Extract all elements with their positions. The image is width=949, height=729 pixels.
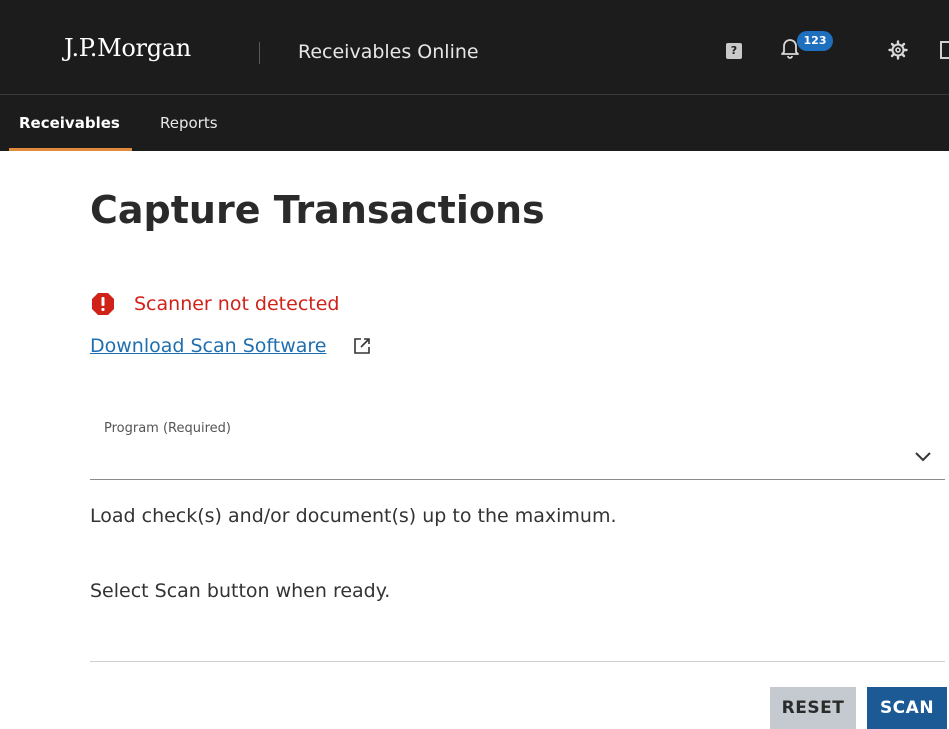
program-select[interactable] (90, 440, 945, 480)
tab-receivables[interactable]: Receivables (9, 95, 132, 151)
tab-bar: Receivables Reports (0, 94, 949, 151)
instruction-load: Load check(s) and/or document(s) up to t… (90, 505, 617, 527)
program-field-label: Program (Required) (104, 421, 231, 436)
notification-count-badge[interactable]: 123 (797, 31, 833, 51)
footer-divider (90, 661, 945, 662)
chevron-down-icon[interactable] (914, 449, 932, 463)
reset-button[interactable]: RESET (770, 687, 856, 729)
instruction-scan: Select Scan button when ready. (90, 580, 391, 602)
top-header: J.P.Morgan Receivables Online ? 123 (0, 0, 949, 94)
gear-icon[interactable] (888, 40, 908, 60)
page-title: Capture Transactions (90, 188, 545, 232)
scanner-alert-message: Scanner not detected (134, 293, 340, 315)
jpmorgan-logo[interactable]: J.P.Morgan (64, 34, 191, 62)
help-icon[interactable]: ? (726, 43, 742, 59)
alert-octagon-icon (92, 293, 114, 315)
external-link-icon[interactable] (352, 336, 372, 356)
app-title: Receivables Online (298, 41, 479, 63)
tab-reports[interactable]: Reports (160, 95, 218, 151)
header-divider (259, 42, 260, 64)
download-scan-software-link[interactable]: Download Scan Software (90, 335, 326, 357)
profile-icon[interactable] (940, 41, 949, 59)
scan-button[interactable]: SCAN (867, 687, 947, 729)
